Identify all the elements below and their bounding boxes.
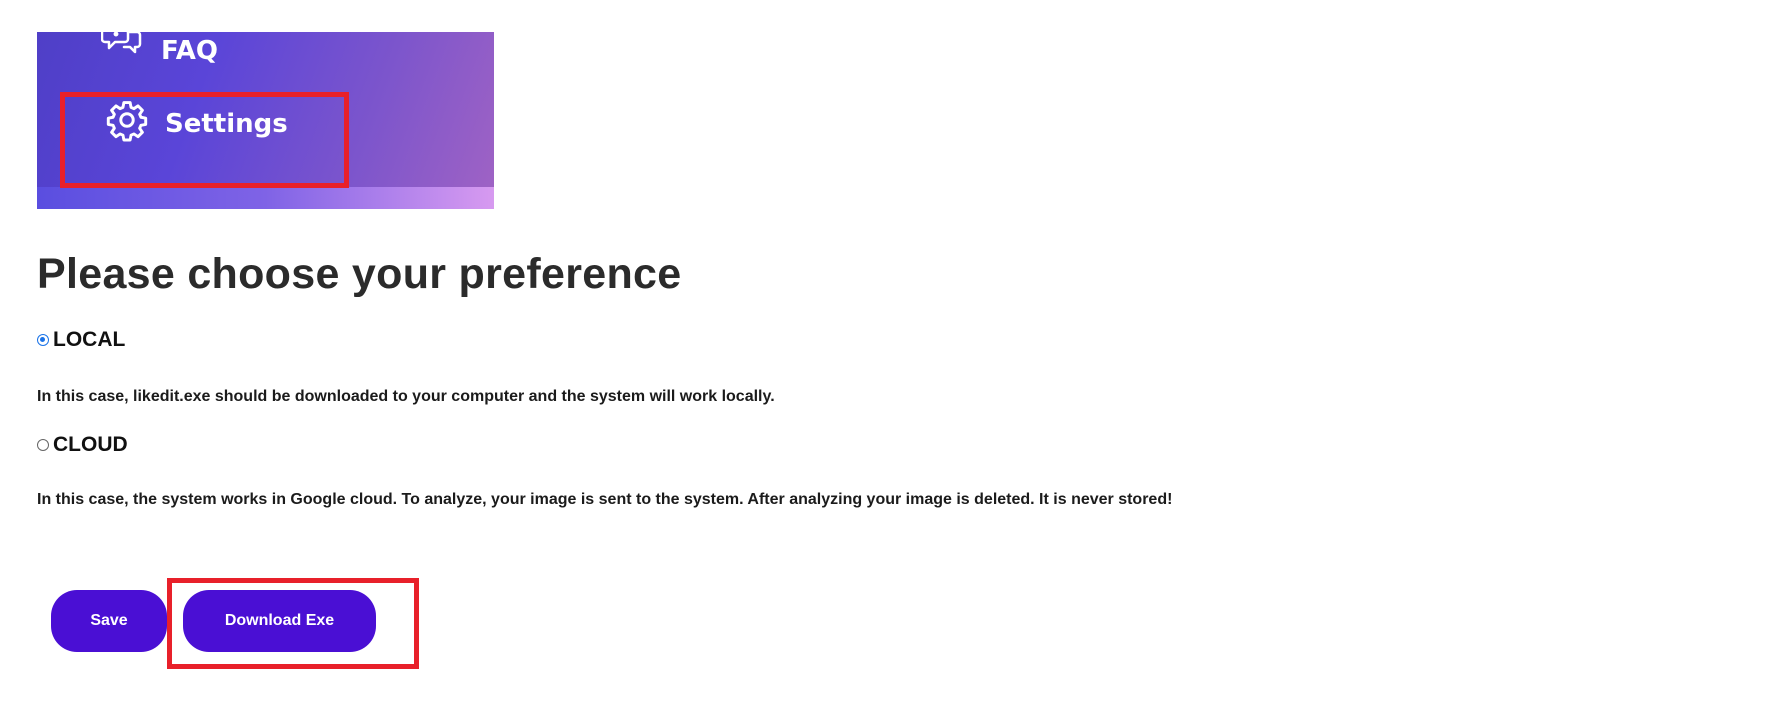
sidebar-item-faq-label: FAQ xyxy=(161,36,219,66)
local-label: LOCAL xyxy=(53,328,126,351)
local-radio[interactable] xyxy=(37,334,49,346)
cloud-description: In this case, the system works in Google… xyxy=(37,491,1173,508)
local-description: In this case, likedit.exe should be down… xyxy=(37,388,775,405)
save-button[interactable]: Save xyxy=(51,590,167,652)
option-local[interactable]: LOCAL xyxy=(37,328,125,352)
download-exe-button[interactable]: Download Exe xyxy=(183,590,376,652)
sidebar: FAQ Settings xyxy=(37,32,494,209)
cloud-radio[interactable] xyxy=(37,439,49,451)
sidebar-item-settings[interactable]: Settings xyxy=(105,101,288,142)
option-cloud[interactable]: CLOUD xyxy=(37,433,128,457)
sidebar-item-settings-label: Settings xyxy=(165,109,288,139)
sidebar-item-faq[interactable]: FAQ xyxy=(100,32,219,66)
cloud-label: CLOUD xyxy=(53,433,128,456)
settings-page: FAQ Settings Please choose your preferen… xyxy=(0,0,1768,726)
faq-chat-icon xyxy=(100,32,145,64)
gear-icon xyxy=(105,98,149,142)
page-title: Please choose your preference xyxy=(37,250,682,298)
